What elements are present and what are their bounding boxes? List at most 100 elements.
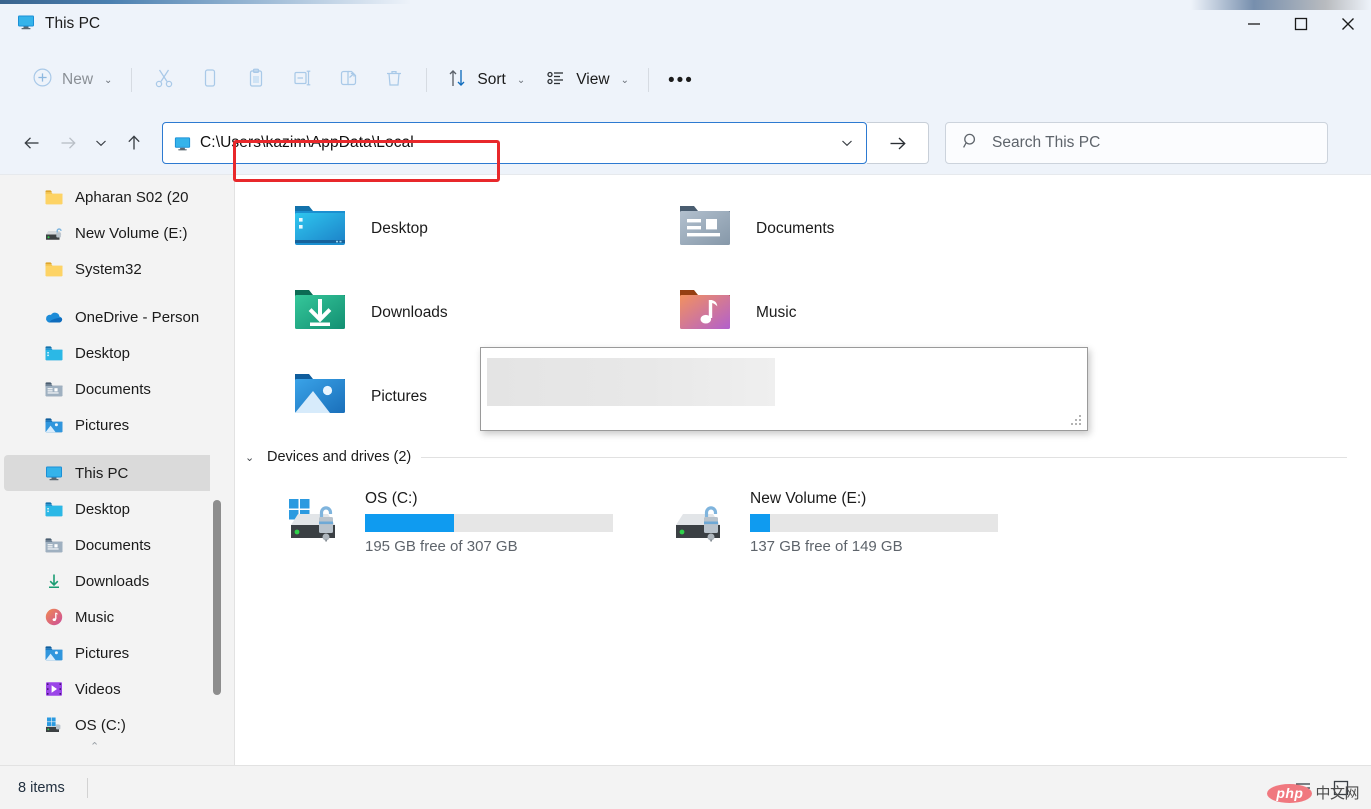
folder-yellow-icon — [44, 259, 64, 279]
more-options-button[interactable]: ••• — [658, 61, 704, 99]
chevron-down-icon: ⌄ — [516, 74, 526, 86]
view-list-icon — [545, 67, 567, 94]
drive-info: New Volume (E:) 137 GB free of 149 GB — [750, 488, 998, 555]
explorer-body: Apharan S02 (20 New Volume (E:) System32 On… — [0, 174, 1371, 765]
drive-tile-os-c[interactable]: OS (C:) 195 GB free of 307 GB — [283, 479, 668, 563]
sort-button-label: Sort — [477, 71, 506, 88]
sidebar-item-label: Desktop — [75, 344, 131, 362]
chevron-down-icon: ⌄ — [620, 74, 629, 86]
maximize-button[interactable] — [1277, 0, 1324, 48]
desktop-folder-icon — [44, 499, 64, 519]
drive-name-label: New Volume (E:) — [750, 489, 867, 507]
drive-usage-bar — [750, 513, 998, 532]
sidebar-item-onedrive-person[interactable]: OneDrive - Person — [4, 299, 216, 335]
folder-tile-label: Pictures — [371, 388, 427, 405]
sidebar-item-label: Pictures — [75, 416, 130, 434]
window-controls — [1230, 0, 1371, 48]
rename-button[interactable] — [279, 61, 325, 99]
file-list-pane: DesktopDocumentsDownloadsMusicPicturesVi… — [235, 175, 1371, 765]
documents-folder-icon — [44, 535, 64, 555]
onedrive-icon — [44, 307, 64, 327]
toolbar-divider — [131, 68, 133, 92]
details-view-icon[interactable] — [1287, 772, 1319, 804]
sidebar-item-pictures[interactable]: Pictures — [4, 635, 216, 671]
search-input[interactable]: Search This PC — [992, 134, 1100, 152]
sidebar-item-os-c[interactable]: OS (C:) — [4, 707, 216, 743]
window-top-accent — [0, 0, 1371, 4]
clipboard-icon — [245, 67, 267, 94]
sidebar-item-new-volume-e[interactable]: New Volume (E:) — [4, 215, 216, 251]
back-button[interactable] — [14, 125, 50, 161]
sidebar-item-videos[interactable]: Videos — [4, 671, 216, 707]
minimize-button[interactable] — [1230, 0, 1277, 48]
sidebar-item-system32[interactable]: System32 — [4, 251, 216, 287]
search-box[interactable]: Search This PC — [945, 122, 1328, 164]
address-bar[interactable]: C:\Users\kazim\AppData\Local — [162, 122, 867, 164]
downloads-arrow-icon — [44, 571, 64, 591]
status-bar: 8 items — [0, 765, 1371, 809]
cut-button[interactable] — [141, 61, 187, 99]
delete-button[interactable] — [371, 61, 417, 99]
sidebar-scrollbar-thumb[interactable] — [213, 500, 221, 695]
folder-tile-downloads[interactable]: Downloads — [281, 271, 666, 355]
drive-usage-bar — [365, 513, 613, 532]
drive-info: OS (C:) 195 GB free of 307 GB — [365, 488, 613, 555]
forward-button[interactable] — [50, 125, 86, 161]
drive-tile-new-volume-e[interactable]: New Volume (E:) 137 GB free of 149 GB — [668, 479, 1053, 563]
trash-icon — [383, 67, 405, 94]
view-button[interactable]: View ⌄ — [535, 61, 639, 99]
sidebar-item-desktop[interactable]: Desktop — [4, 335, 216, 371]
window-title: This PC — [45, 15, 101, 32]
share-icon — [337, 67, 359, 94]
plus-circle-icon — [32, 67, 53, 93]
address-autocomplete-dropdown[interactable] — [480, 347, 1088, 431]
title-bar: This PC — [0, 0, 1371, 48]
videos-film-icon — [44, 679, 64, 699]
music-circle-icon — [44, 607, 64, 627]
recent-locations-button[interactable] — [86, 125, 116, 161]
documents-folder-icon — [44, 379, 64, 399]
window-tab[interactable]: This PC — [0, 12, 100, 37]
folder-tile-label: Desktop — [371, 220, 428, 237]
address-row: C:\Users\kazim\AppData\Local Search This… — [0, 112, 1371, 174]
sidebar-item-label: Music — [75, 608, 115, 626]
sidebar-item-apharan-s02-20[interactable]: Apharan S02 (20 — [4, 179, 216, 215]
monitor-icon — [16, 12, 36, 37]
folder-tile-documents[interactable]: Documents — [666, 187, 1051, 271]
sidebar-item-documents[interactable]: Documents — [4, 527, 216, 563]
sidebar-item-label: System32 — [75, 260, 142, 278]
pictures-folder-icon — [289, 366, 351, 428]
copy-button[interactable] — [187, 61, 233, 99]
sort-arrows-icon — [446, 67, 468, 94]
large-icons-view-icon[interactable] — [1325, 772, 1357, 804]
go-button[interactable] — [867, 122, 929, 164]
share-button[interactable] — [325, 61, 371, 99]
monitor-icon — [44, 463, 64, 483]
folder-tile-music[interactable]: Music — [666, 271, 1051, 355]
devices-group-header[interactable]: ⌄ Devices and drives (2) — [235, 443, 1371, 471]
up-button[interactable] — [116, 125, 152, 161]
sidebar-item-documents[interactable]: Documents — [4, 371, 216, 407]
close-button[interactable] — [1324, 0, 1371, 48]
folder-tile-label: Documents — [756, 220, 835, 237]
address-input[interactable]: C:\Users\kazim\AppData\Local — [198, 134, 828, 152]
sidebar-item-label: Apharan S02 (20 — [75, 188, 189, 206]
downloads-folder-icon — [289, 282, 351, 344]
sidebar-item-this-pc[interactable]: This PC — [4, 455, 216, 491]
sidebar-item-desktop[interactable]: Desktop — [4, 491, 216, 527]
navigation-pane: Apharan S02 (20 New Volume (E:) System32 On… — [0, 175, 235, 765]
sidebar-item-label: OS (C:) — [75, 716, 126, 734]
sidebar-item-pictures[interactable]: Pictures — [4, 407, 216, 443]
sidebar-item-downloads[interactable]: Downloads — [4, 563, 216, 599]
pictures-folder-icon — [44, 643, 64, 663]
new-button[interactable]: New ⌄ — [22, 61, 122, 99]
folder-tile-desktop[interactable]: Desktop — [281, 187, 666, 271]
resize-grip-icon[interactable] — [1071, 415, 1083, 427]
drive-name-label: OS (C:) — [365, 489, 418, 507]
sidebar-item-music[interactable]: Music — [4, 599, 216, 635]
sort-button[interactable]: Sort ⌄ — [436, 61, 535, 99]
desktop-folder-icon — [289, 198, 351, 260]
address-dropdown-button[interactable] — [828, 123, 866, 163]
sidebar-item-label: Downloads — [75, 572, 150, 590]
paste-button[interactable] — [233, 61, 279, 99]
